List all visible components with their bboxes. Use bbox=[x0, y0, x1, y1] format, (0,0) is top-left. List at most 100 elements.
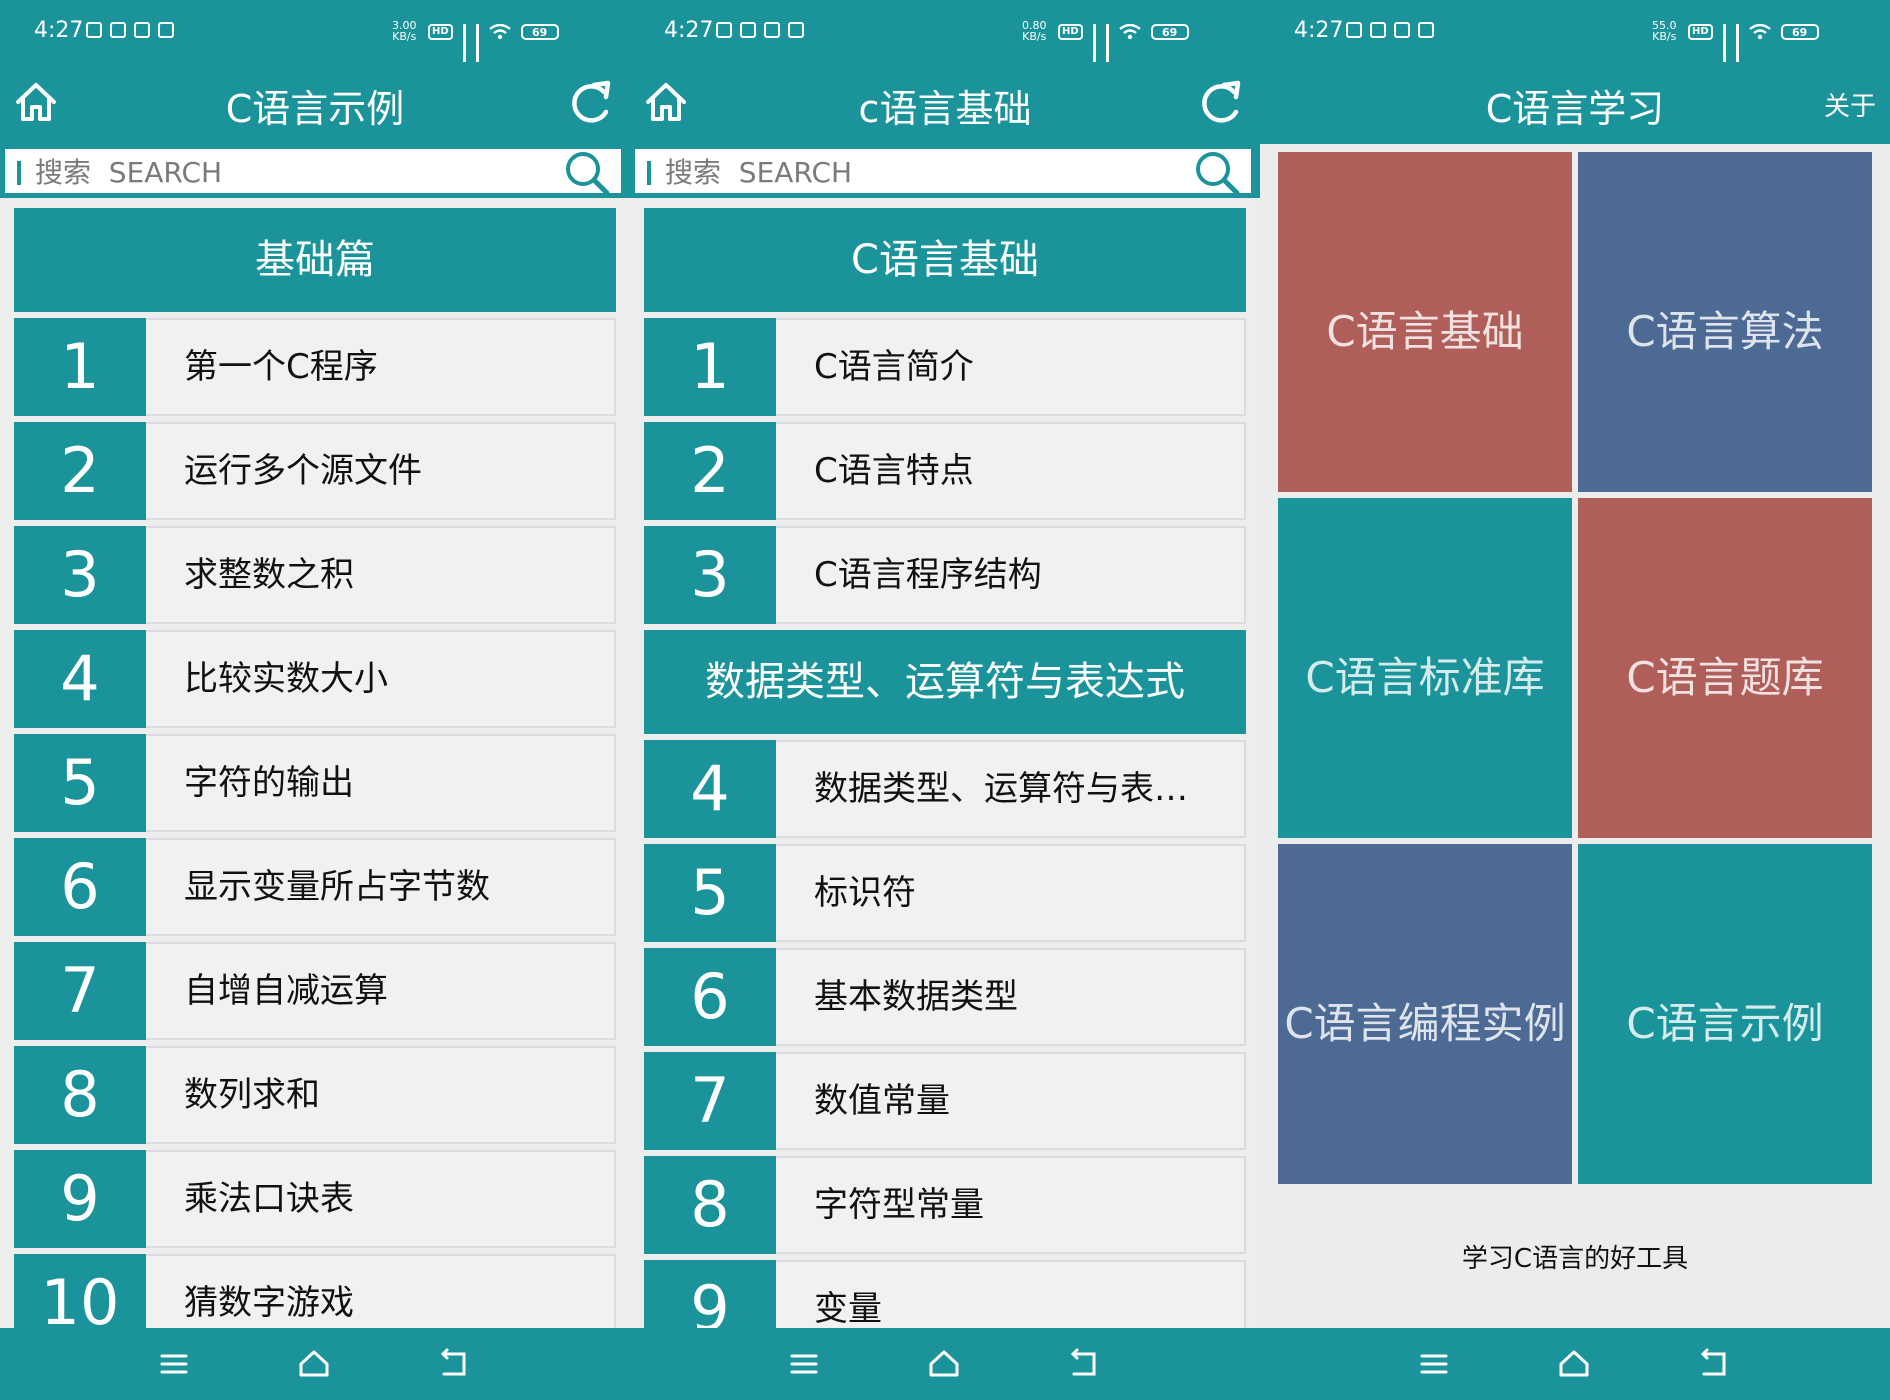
item-label: 数列求和 bbox=[184, 1075, 320, 1115]
search-bar bbox=[2, 146, 624, 196]
tile-c-algorithms[interactable]: C语言算法 bbox=[1578, 152, 1872, 492]
list-item[interactable]: 4 数据类型、运算符与表… bbox=[644, 740, 1246, 838]
list-item[interactable]: 5 字符的输出 bbox=[14, 734, 616, 832]
item-label: 第一个C程序 bbox=[184, 347, 378, 387]
list-item[interactable]: 10 猜数字游戏 bbox=[14, 1254, 616, 1328]
item-number: 4 bbox=[644, 740, 776, 838]
tile-label: C语言示例 bbox=[1626, 999, 1824, 1048]
signal-5g-icon bbox=[1105, 24, 1109, 62]
translate-icon bbox=[1394, 22, 1410, 38]
item-number: 2 bbox=[644, 422, 776, 520]
tagline: 学习C语言的好工具 bbox=[1461, 1244, 1689, 1274]
search-input[interactable] bbox=[665, 153, 1185, 191]
list-item[interactable]: 6 基本数据类型 bbox=[644, 948, 1246, 1046]
tiktok-icon bbox=[86, 22, 102, 38]
page-title: c语言基础 bbox=[858, 87, 1032, 131]
hd-icon: HD bbox=[1688, 24, 1713, 40]
about-link[interactable]: 关于 bbox=[1824, 86, 1876, 123]
item-label: 显示变量所占字节数 bbox=[184, 867, 490, 907]
item-number: 2 bbox=[14, 422, 146, 520]
item-number: 7 bbox=[14, 942, 146, 1040]
list-item[interactable]: 2 C语言特点 bbox=[644, 422, 1246, 520]
section-header: C语言基础 bbox=[644, 208, 1246, 312]
search-bar bbox=[632, 146, 1254, 196]
back-icon[interactable] bbox=[436, 1346, 472, 1382]
list-item[interactable]: 2 运行多个源文件 bbox=[14, 422, 616, 520]
search-icon[interactable] bbox=[563, 149, 611, 197]
screen-c-basics: 4:27 0.80KB/s HD 69 c语言基础 C语言基础 1C语言简介 2… bbox=[630, 0, 1260, 1400]
tile-c-examples[interactable]: C语言示例 bbox=[1578, 844, 1872, 1184]
item-label: 求整数之积 bbox=[184, 555, 354, 595]
home-icon[interactable] bbox=[1556, 1346, 1592, 1382]
item-number: 1 bbox=[14, 318, 146, 416]
menu-icon[interactable] bbox=[1416, 1346, 1452, 1382]
signal-5g-icon bbox=[475, 24, 479, 62]
wifi-icon bbox=[488, 24, 511, 40]
topic-list: C语言基础 1 C语言简介 2 C语言特点 3 C语言程序结构 数据类型、运算符与表达… bbox=[630, 198, 1260, 1328]
item-label: 自增自减运算 bbox=[184, 971, 388, 1011]
hd-icon: HD bbox=[428, 24, 453, 40]
battery-icon: 69 bbox=[1150, 24, 1189, 40]
refresh-icon[interactable] bbox=[566, 76, 616, 126]
home-icon[interactable] bbox=[296, 1346, 332, 1382]
item-label: 乘法口诀表 bbox=[184, 1179, 354, 1219]
item-label: 字符的输出 bbox=[184, 763, 354, 803]
system-icons: HD 69 bbox=[1058, 24, 1189, 62]
navigation-bar bbox=[630, 1328, 1260, 1400]
app-icon bbox=[740, 22, 756, 38]
list-item[interactable]: 8 数列求和 bbox=[14, 1046, 616, 1144]
system-icons: HD 69 bbox=[428, 24, 559, 62]
item-label: 标识符 bbox=[814, 873, 916, 913]
tile-c-quiz[interactable]: C语言题库 bbox=[1578, 498, 1872, 838]
section-header: 基础篇 bbox=[14, 208, 616, 312]
signal-4g-icon bbox=[1092, 24, 1096, 62]
navigation-bar bbox=[0, 1328, 630, 1400]
list-item[interactable]: 1 C语言简介 bbox=[644, 318, 1246, 416]
app-icon bbox=[158, 22, 174, 38]
list-item[interactable]: 9 变量 bbox=[644, 1260, 1246, 1328]
list-item[interactable]: 3 C语言程序结构 bbox=[644, 526, 1246, 624]
list-item[interactable]: 3 求整数之积 bbox=[14, 526, 616, 624]
list-item[interactable]: 6 显示变量所占字节数 bbox=[14, 838, 616, 936]
item-number: 5 bbox=[644, 844, 776, 942]
item-number: 3 bbox=[644, 526, 776, 624]
search-input[interactable] bbox=[35, 153, 555, 191]
item-label: 运行多个源文件 bbox=[184, 451, 422, 491]
translate-icon bbox=[134, 22, 150, 38]
list-item[interactable]: 1 第一个C程序 bbox=[14, 318, 616, 416]
home-icon[interactable] bbox=[926, 1346, 962, 1382]
back-icon[interactable] bbox=[1066, 1346, 1102, 1382]
list-item[interactable]: 4 比较实数大小 bbox=[14, 630, 616, 728]
app-bar: c语言基础 bbox=[630, 64, 1260, 144]
status-bar: 4:27 55.0 KB/s HD 69 bbox=[1260, 0, 1890, 64]
notification-icons bbox=[1346, 22, 1434, 38]
list-item[interactable]: 9 乘法口诀表 bbox=[14, 1150, 616, 1248]
section-header: 数据类型、运算符与表达式 bbox=[644, 630, 1246, 734]
tile-c-stdlib[interactable]: C语言标准库 bbox=[1278, 498, 1572, 838]
app-icon bbox=[1370, 22, 1386, 38]
list-item[interactable]: 7 数值常量 bbox=[644, 1052, 1246, 1150]
tile-grid: C语言基础 C语言算法 C语言标准库 C语言题库 C语言编程实例 C语言示例 学… bbox=[1260, 144, 1890, 1328]
notification-icons bbox=[716, 22, 804, 38]
example-list: 基础篇 1 第一个C程序 2 运行多个源文件 3 求整数之积 4 比较实数大小 5 字符的… bbox=[0, 198, 630, 1328]
tile-c-basics[interactable]: C语言基础 bbox=[1278, 152, 1572, 492]
menu-icon[interactable] bbox=[786, 1346, 822, 1382]
list-item[interactable]: 5 标识符 bbox=[644, 844, 1246, 942]
navigation-bar bbox=[1260, 1328, 1890, 1400]
menu-icon[interactable] bbox=[156, 1346, 192, 1382]
tiktok-icon bbox=[1346, 22, 1362, 38]
list-item[interactable]: 7 自增自减运算 bbox=[14, 942, 616, 1040]
refresh-icon[interactable] bbox=[1196, 76, 1246, 126]
tile-c-programming-examples[interactable]: C语言编程实例 bbox=[1278, 844, 1572, 1184]
list-item[interactable]: 8 字符型常量 bbox=[644, 1156, 1246, 1254]
item-number: 8 bbox=[644, 1156, 776, 1254]
back-icon[interactable] bbox=[1696, 1346, 1732, 1382]
app-bar: C语言学习 关于 bbox=[1260, 64, 1890, 144]
item-label: C语言简介 bbox=[814, 347, 974, 387]
item-label: C语言特点 bbox=[814, 451, 974, 491]
tile-label: C语言算法 bbox=[1626, 307, 1824, 356]
search-icon[interactable] bbox=[1193, 149, 1241, 197]
item-label: 数据类型、运算符与表… bbox=[814, 769, 1188, 809]
item-number: 6 bbox=[14, 838, 146, 936]
item-label: 字符型常量 bbox=[814, 1185, 984, 1225]
